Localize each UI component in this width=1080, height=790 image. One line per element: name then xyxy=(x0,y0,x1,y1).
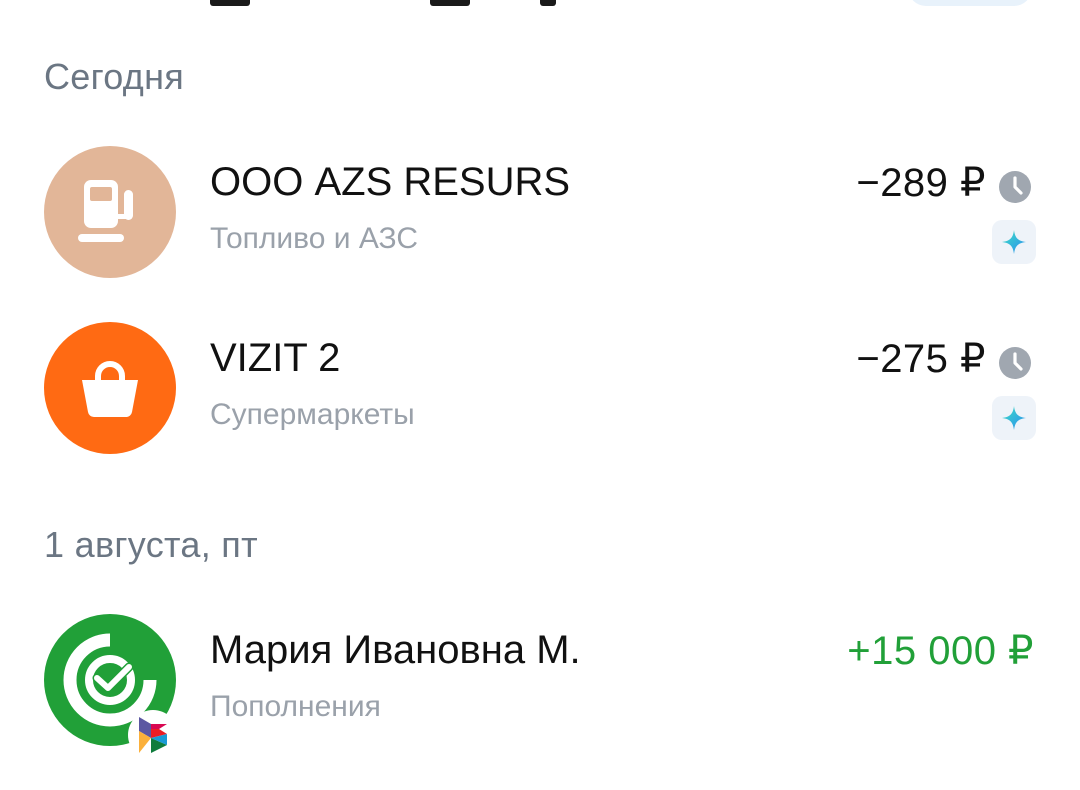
clock-icon xyxy=(999,171,1031,203)
transaction-amount-income: +15 000 ₽ xyxy=(847,629,1034,673)
transaction-row[interactable]: VIZIT 2 Супермаркеты −275 ₽ xyxy=(0,322,1080,454)
section-date-today: Сегодня xyxy=(44,56,185,97)
transaction-sender-name: Мария Ивановна М. xyxy=(210,628,581,672)
transaction-category: Пополнения xyxy=(210,690,381,723)
transaction-row[interactable]: ООО AZS RESURS Топливо и АЗС −289 ₽ xyxy=(0,146,1080,278)
sparkle-icon xyxy=(1002,230,1026,254)
sparkle-badge[interactable] xyxy=(992,396,1036,440)
transaction-amount: −275 ₽ xyxy=(856,337,986,381)
sbp-badge xyxy=(128,710,178,760)
transaction-amount: −289 ₽ xyxy=(856,161,986,205)
transaction-history-screen: Сегодня ООО AZS RESURS Топливо и АЗС −28… xyxy=(0,0,1080,790)
section-date-aug-1: 1 августа, пт xyxy=(44,524,258,565)
sparkle-badge[interactable] xyxy=(992,220,1036,264)
transaction-category: Супермаркеты xyxy=(210,398,415,431)
shopping-bag-icon xyxy=(44,322,176,454)
transaction-merchant-name: ООО AZS RESURS xyxy=(210,160,571,204)
fuel-pump-icon xyxy=(44,146,176,278)
transaction-category: Топливо и АЗС xyxy=(210,222,419,255)
header-pill-button[interactable] xyxy=(908,0,1032,6)
transaction-merchant-name: VIZIT 2 xyxy=(210,336,341,380)
clock-icon xyxy=(999,347,1031,379)
transaction-row[interactable]: Мария Ивановна М. Пополнения +15 000 ₽ xyxy=(0,614,1080,760)
sparkle-icon xyxy=(1002,406,1026,430)
cut-off-header xyxy=(0,0,1080,10)
sbp-logo-icon xyxy=(139,717,167,753)
